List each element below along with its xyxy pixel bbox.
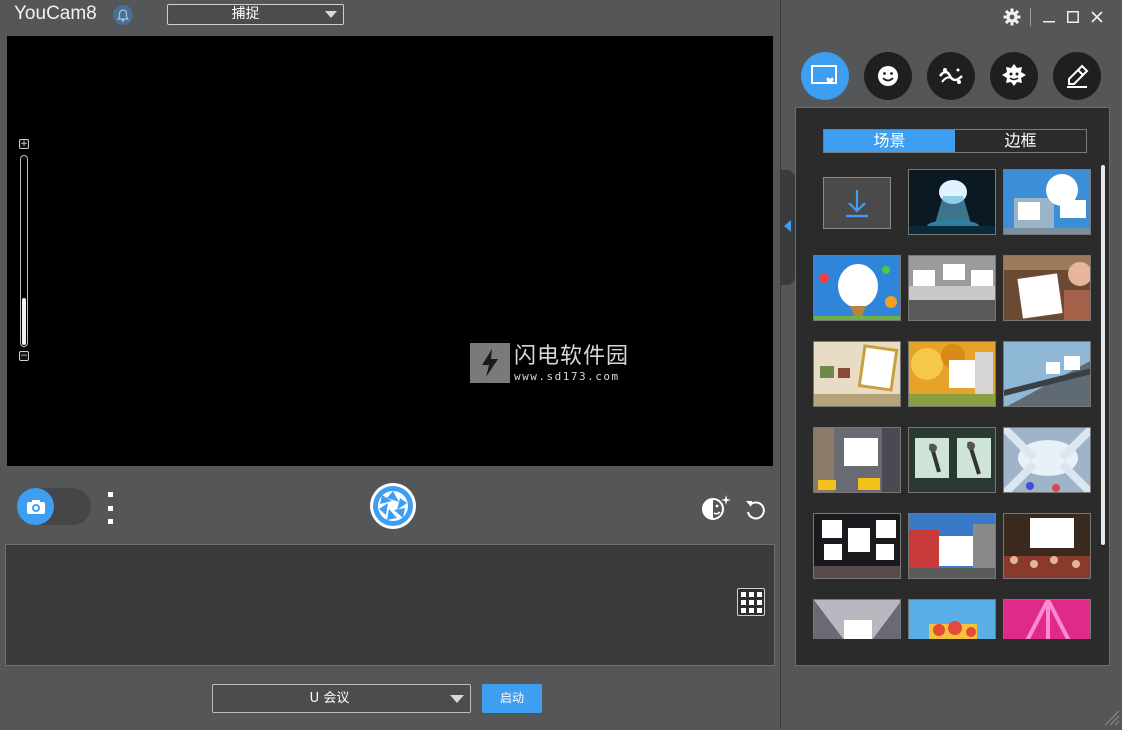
zoom-slider[interactable]: + − [19, 139, 29, 363]
resize-grip-icon[interactable] [1100, 706, 1120, 726]
category-particle-button[interactable] [927, 52, 975, 100]
effect-type-tabs: 场景 边框 [823, 129, 1087, 153]
scene-thumbnail[interactable] [813, 599, 901, 639]
aperture-icon [373, 486, 413, 526]
scene-thumbnail[interactable] [1003, 599, 1091, 639]
maximize-icon [1067, 11, 1079, 23]
scene-thumbnail[interactable] [1003, 255, 1091, 321]
zoom-track[interactable] [20, 155, 28, 347]
category-brush-button[interactable] [1053, 52, 1101, 100]
scene-thumbnail[interactable] [813, 255, 901, 321]
scene-thumbnail[interactable] [1003, 513, 1091, 579]
download-icon [846, 190, 868, 218]
scene-thumbnail[interactable] [908, 169, 996, 235]
scene-thumbnail[interactable] [1003, 341, 1091, 407]
scene-thumbnail[interactable] [1003, 427, 1091, 493]
category-emoji-button[interactable] [864, 52, 912, 100]
camera-icon [17, 488, 54, 525]
scene-gallery [813, 169, 1093, 639]
scene-thumbnail[interactable] [908, 513, 996, 579]
scene-thumbnail[interactable] [908, 427, 996, 493]
tab-scene[interactable]: 场景 [824, 130, 955, 152]
scene-thumbnail[interactable] [1003, 169, 1091, 235]
face-beautify-icon[interactable] [700, 493, 732, 523]
panel-divider [780, 0, 781, 728]
settings-button[interactable] [1000, 7, 1024, 27]
bell-icon[interactable] [113, 5, 133, 25]
scrollbar[interactable] [1101, 165, 1105, 545]
chevron-down-icon [450, 695, 464, 703]
collapse-panel-button[interactable] [781, 170, 795, 285]
watermark: 闪电软件园 www.sd173.com [470, 343, 629, 383]
category-avatar-button[interactable] [990, 52, 1038, 100]
mode-select-value: 捕捉 [231, 6, 260, 22]
scene-thumbnail[interactable] [908, 341, 996, 407]
tab-frame[interactable]: 边框 [955, 130, 1086, 152]
grid-view-button[interactable] [737, 588, 765, 616]
minimize-button[interactable] [1037, 7, 1061, 27]
zoom-level-fill [22, 298, 26, 345]
close-icon [1091, 11, 1103, 23]
effect-tray [5, 544, 775, 666]
meeting-app-select[interactable]: U 会议 [212, 684, 471, 713]
close-button[interactable] [1085, 7, 1109, 27]
chevron-down-icon [325, 11, 337, 18]
window-controls [1000, 6, 1109, 28]
gear-icon [1003, 8, 1021, 26]
meeting-app-value: U 会议 [309, 691, 350, 706]
maximize-button[interactable] [1061, 7, 1085, 27]
more-options-button[interactable] [105, 492, 115, 524]
download-more-button[interactable] [823, 177, 891, 229]
undo-icon[interactable] [743, 497, 767, 521]
scene-thumbnail[interactable] [813, 341, 901, 407]
scene-icon [811, 65, 837, 84]
avatar-icon [1002, 64, 1026, 86]
scene-thumbnail[interactable] [908, 599, 996, 639]
photo-video-toggle[interactable] [17, 488, 91, 525]
particle-icon [939, 68, 963, 84]
brush-icon [1067, 64, 1089, 88]
smile-icon [878, 66, 898, 86]
camera-preview [7, 36, 773, 466]
zoom-in-button[interactable]: + [19, 139, 29, 149]
watermark-title: 闪电软件园 [514, 343, 630, 369]
start-button[interactable]: 启动 [482, 684, 542, 713]
minimize-icon [1043, 21, 1055, 23]
scene-thumbnail[interactable] [813, 513, 901, 579]
shutter-button[interactable] [370, 483, 416, 529]
zoom-out-button[interactable]: − [19, 351, 29, 361]
separator [1030, 8, 1031, 26]
app-title: YouCam8 [14, 3, 97, 24]
chevron-left-icon [784, 220, 791, 232]
lightning-icon [470, 343, 510, 383]
watermark-url: www.sd173.com [514, 369, 620, 383]
scene-thumbnail[interactable] [908, 255, 996, 321]
category-scene-button[interactable] [801, 52, 849, 100]
scene-thumbnail[interactable] [813, 427, 901, 493]
mode-select[interactable]: 捕捉 [167, 4, 344, 25]
